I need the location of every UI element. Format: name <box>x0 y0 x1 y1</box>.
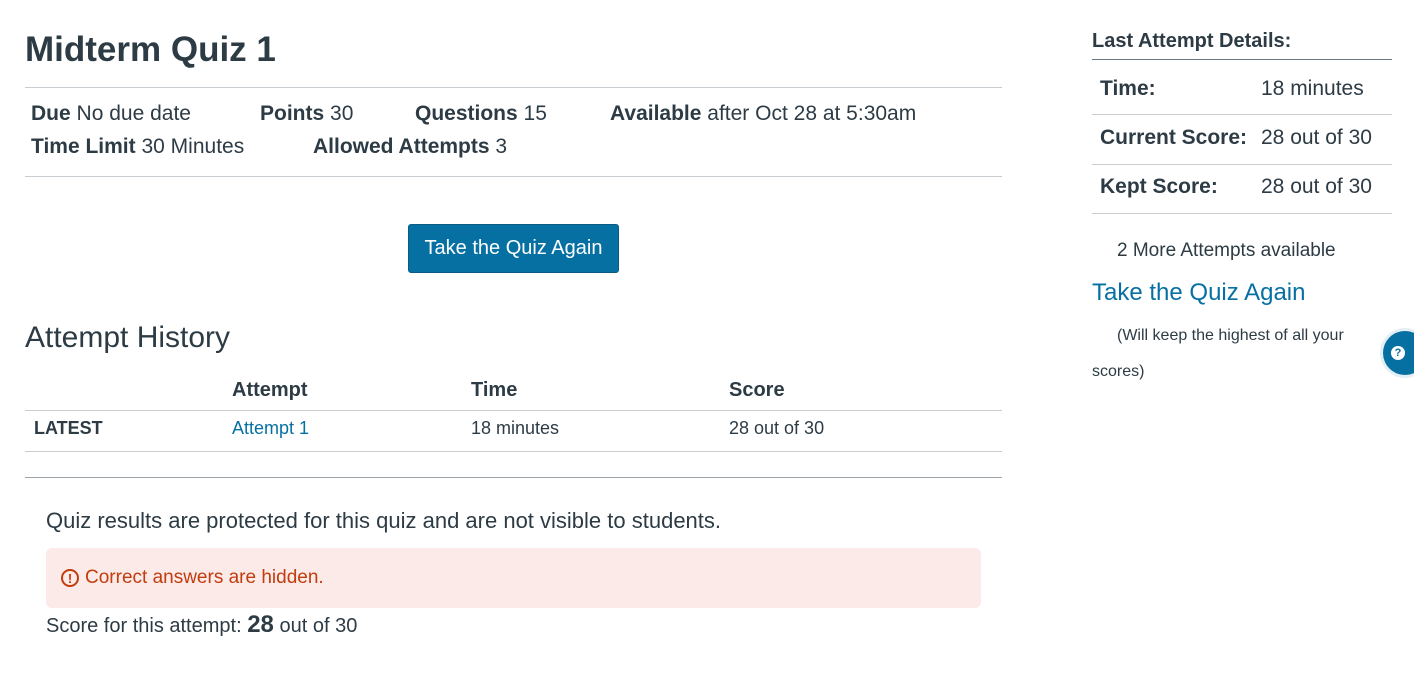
points-info: Points 30 <box>260 101 353 127</box>
sidebar-divider <box>1092 114 1392 115</box>
help-button[interactable]: ? <box>1383 331 1414 375</box>
help-icon: ? <box>1391 346 1405 360</box>
available-value: after Oct 28 at 5:30am <box>707 102 917 125</box>
score-value: 28 <box>247 611 274 638</box>
allowed-attempts-value: 3 <box>495 135 508 158</box>
attempt-link[interactable]: Attempt 1 <box>232 418 309 439</box>
latest-tag: LATEST <box>34 418 103 438</box>
detail-label-time: Time: <box>1100 77 1156 100</box>
score-suffix: out of 30 <box>279 615 358 637</box>
time-limit-info: Time Limit 30 Minutes <box>31 134 244 160</box>
sidebar-divider <box>1092 164 1392 165</box>
column-header-score: Score <box>729 379 785 401</box>
alert-text: Correct answers are hidden. <box>85 567 324 588</box>
allowed-attempts-info: Allowed Attempts 3 <box>313 134 507 160</box>
attempt-score-summary: Score for this attempt: 28 out of 30 <box>46 611 357 639</box>
table-header-divider <box>25 410 1002 411</box>
divider <box>25 176 1002 177</box>
score-prefix: Score for this attempt: <box>46 615 242 637</box>
detail-label-kept-score: Kept Score: <box>1100 175 1218 198</box>
keep-highest-note: (Will keep the highest of all your score… <box>1092 327 1344 380</box>
detail-label-current-score: Current Score: <box>1100 126 1248 149</box>
sidebar-divider <box>1092 213 1392 214</box>
column-header-time: Time <box>471 379 518 401</box>
column-header-attempt: Attempt <box>232 379 308 401</box>
due-label: Due <box>31 102 71 125</box>
protected-results-notice: Quiz results are protected for this quiz… <box>46 508 722 533</box>
section-divider <box>25 477 1002 478</box>
take-quiz-again-link[interactable]: Take the Quiz Again <box>1092 279 1305 307</box>
attempt-time: 18 minutes <box>471 418 560 438</box>
available-info: Available after Oct 28 at 5:30am <box>610 101 916 127</box>
points-value: 30 <box>330 102 354 125</box>
allowed-attempts-label: Allowed Attempts <box>313 135 490 158</box>
attempt-score: 28 out of 30 <box>729 418 825 438</box>
table-row-divider <box>25 451 1002 452</box>
more-attempts-available: 2 More Attempts available <box>1117 240 1336 261</box>
page-title: Midterm Quiz 1 <box>25 30 276 69</box>
available-label: Available <box>610 102 702 125</box>
due-info: Due No due date <box>31 101 191 127</box>
detail-value-time: 18 minutes <box>1261 77 1364 100</box>
attempt-history-heading: Attempt History <box>25 321 231 354</box>
detail-value-current-score: 28 out of 30 <box>1261 126 1372 149</box>
questions-label: Questions <box>415 102 518 125</box>
detail-value-kept-score: 28 out of 30 <box>1261 175 1372 198</box>
sidebar-divider <box>1092 59 1392 60</box>
time-limit-value: 30 Minutes <box>141 135 245 158</box>
questions-value: 15 <box>523 102 547 125</box>
time-limit-label: Time Limit <box>31 135 136 158</box>
points-label: Points <box>260 102 325 125</box>
hidden-answers-alert: ! Correct answers are hidden. <box>46 548 981 608</box>
divider <box>25 87 1002 88</box>
sidebar-title: Last Attempt Details: <box>1092 30 1292 52</box>
due-value: No due date <box>76 102 191 125</box>
warning-circle-icon: ! <box>61 569 79 587</box>
take-quiz-again-button[interactable]: Take the Quiz Again <box>408 224 619 273</box>
questions-info: Questions 15 <box>415 101 547 127</box>
